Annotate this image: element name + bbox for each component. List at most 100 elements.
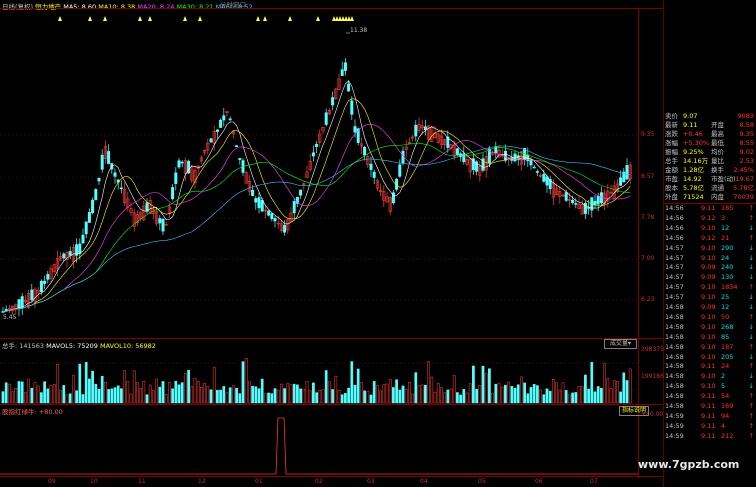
tick-row[interactable]: 14:56 9.10 12 ↓ xyxy=(663,224,756,233)
tick-volume: 25 xyxy=(721,293,730,302)
volume-bar xyxy=(331,389,334,404)
tick-direction-icon: ↓ xyxy=(748,293,754,302)
tick-row[interactable]: 14:57 9.10 290 ↓ xyxy=(663,244,756,253)
tick-row[interactable]: 14:58 9.10 187 ↑ xyxy=(663,343,756,352)
volume-bar xyxy=(491,392,494,404)
tick-volume: 12 xyxy=(721,303,730,311)
tick-row[interactable]: 14:58 9.10 85 ↓ xyxy=(663,333,756,342)
candle-body xyxy=(574,203,578,205)
tick-row[interactable]: 14:58 9.11 54 ↑ xyxy=(663,392,756,401)
candle-body xyxy=(593,200,597,205)
tick-volume: 85 xyxy=(721,332,730,341)
volume-bar xyxy=(72,374,75,404)
tick-row[interactable]: 14:58 9.11 24 ↑ xyxy=(663,362,756,371)
volume-bar xyxy=(292,383,296,404)
tick-direction-icon: ↑ xyxy=(748,431,754,440)
tick-time: 14:58 xyxy=(665,342,684,351)
volume-bar xyxy=(449,388,453,404)
candle-body xyxy=(260,200,264,212)
volume-bar xyxy=(443,392,446,404)
quote-row: 总手 14.16万 量比 2.53 xyxy=(663,157,756,166)
volume-bar xyxy=(241,361,245,404)
volume-bar xyxy=(43,381,46,404)
quote-key: 市盈 xyxy=(665,175,678,183)
ma-line xyxy=(2,98,631,312)
volume-bar xyxy=(609,388,613,404)
volume-bar xyxy=(11,391,14,404)
quote-value: 8.55 xyxy=(739,139,754,147)
candle-body xyxy=(503,150,507,161)
volume-bar xyxy=(398,389,402,404)
volume-bar xyxy=(212,366,216,404)
tick-row[interactable]: 14:56 9.12 21 ↑ xyxy=(663,234,756,243)
volume-bar xyxy=(315,392,318,404)
tick-row[interactable]: 14:57 9.10 25 ↓ xyxy=(663,293,756,302)
volume-bar xyxy=(40,392,43,404)
tick-row[interactable]: 14:58 9.10 205 ↓ xyxy=(663,353,756,362)
candle-body xyxy=(340,69,344,76)
tick-time: 14:59 xyxy=(665,431,684,440)
volume-bar xyxy=(184,373,187,404)
volume-bar xyxy=(337,389,341,404)
volume-bar xyxy=(302,388,306,404)
tick-direction-icon: ↑ xyxy=(748,342,754,351)
indicator-help-button[interactable]: 指标说明 xyxy=(619,406,650,416)
volume-bar xyxy=(577,385,581,404)
tick-row[interactable]: 14:58 9.11 169 ↑ xyxy=(663,402,756,411)
price-axis-label: 9.35 xyxy=(641,131,655,138)
mavol10-label: MAVOL10: 56982 xyxy=(100,342,156,350)
volume-bar xyxy=(414,372,418,404)
tick-price: 9.10 xyxy=(701,352,716,361)
x-tick: 12 xyxy=(198,478,206,485)
volume-bar xyxy=(177,384,181,404)
tick-list[interactable]: 14:56 9.11 185 ↑ 14:56 9.12 3 ↑ 14:56 9.10 12 ↓ 14:5… xyxy=(663,204,756,444)
tick-row[interactable]: 14:57 9.10 24 ↓ xyxy=(663,254,756,263)
volume-bar xyxy=(382,384,386,404)
volume-bar xyxy=(222,386,226,404)
candle-body xyxy=(219,119,223,128)
volume-bar xyxy=(296,384,299,404)
volume-axis-label: 199186 xyxy=(641,373,664,380)
tick-price: 9.10 xyxy=(701,322,716,331)
tick-row[interactable]: 14:58 9.10 5 ↓ xyxy=(663,382,756,391)
volume-bar xyxy=(219,389,222,404)
tick-row[interactable]: 14:56 9.11 185 ↑ xyxy=(663,204,756,213)
tick-row[interactable]: 14:58 9.10 2 ↓ xyxy=(663,372,756,381)
volume-bar xyxy=(369,394,373,404)
tick-row[interactable]: 14:57 9.09 240 ↓ xyxy=(663,263,756,272)
volume-bar xyxy=(196,381,200,404)
quote-row: 最新 9.11 开盘 8.58 xyxy=(663,121,756,130)
volume-indicator-button[interactable]: 成交量▾ xyxy=(604,339,637,349)
x-tick: 09 xyxy=(48,478,56,485)
quote-value: 14.92 xyxy=(683,175,702,183)
tick-volume: 94 xyxy=(721,411,730,420)
tick-row[interactable]: 14:58 9.10 50 ↑ xyxy=(663,313,756,322)
tick-row[interactable]: 14:58 9.09 12 ↓ xyxy=(663,303,756,312)
tick-row[interactable]: 14:57 9.09 130 ↓ xyxy=(663,273,756,282)
kline-chart[interactable] xyxy=(0,0,663,487)
tick-row[interactable]: 14:59 9.11 94 ↑ xyxy=(663,412,756,421)
candle-body xyxy=(343,62,347,71)
tick-time: 14:56 xyxy=(665,213,684,222)
candle-body xyxy=(299,189,303,196)
tick-time: 14:58 xyxy=(665,362,684,371)
candle-body xyxy=(372,171,376,178)
quote-value: 2.53 xyxy=(739,157,754,165)
volume-bar xyxy=(584,374,587,404)
volume-bar xyxy=(244,358,248,404)
tick-row[interactable]: 14:58 9.10 268 ↓ xyxy=(663,323,756,332)
quote-value: 9083 xyxy=(737,112,754,120)
tick-row[interactable]: 14:59 9.11 4 ↑ xyxy=(663,422,756,431)
tick-row[interactable]: 14:57 9.10 1834 ↑ xyxy=(663,283,756,292)
price-axis-label: 7.00 xyxy=(641,255,655,262)
low-price-label: 5.45 xyxy=(3,314,17,321)
volume-bar xyxy=(395,379,398,404)
tick-volume: 50 xyxy=(721,312,730,321)
tick-time: 14:57 xyxy=(665,283,684,292)
tick-direction-icon: ↓ xyxy=(748,263,754,272)
tick-row[interactable]: 14:59 9.11 212 ↑ xyxy=(663,432,756,441)
candle-body xyxy=(119,187,123,190)
tick-direction-icon: ↑ xyxy=(748,411,754,420)
quote-value: 9.11 xyxy=(683,121,698,129)
tick-row[interactable]: 14:56 9.12 3 ↑ xyxy=(663,214,756,223)
